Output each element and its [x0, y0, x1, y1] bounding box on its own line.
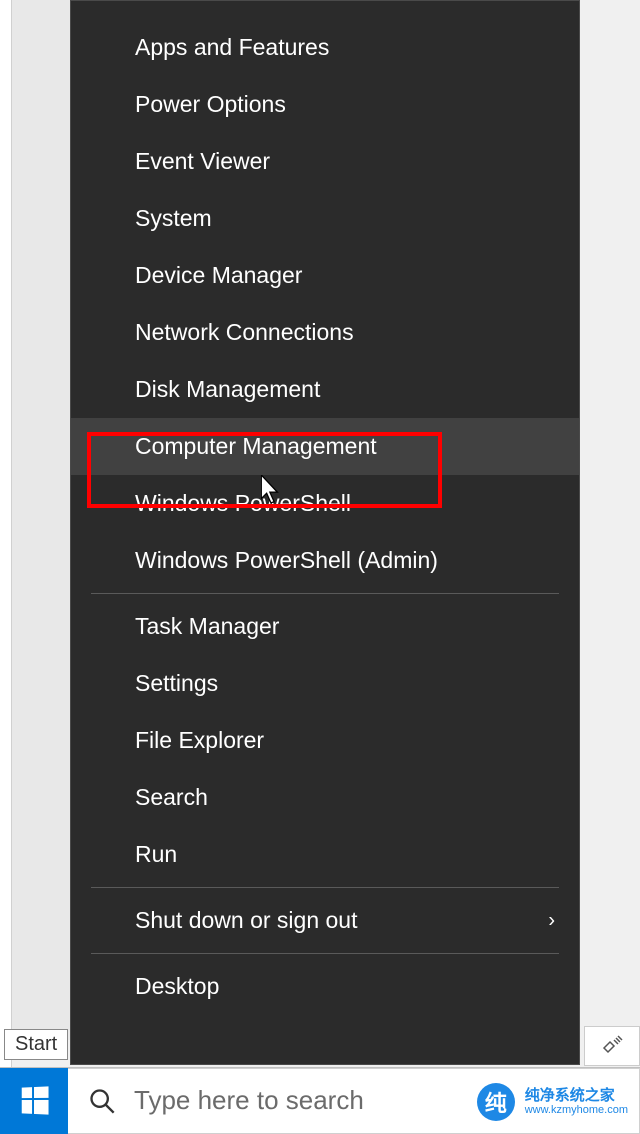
menu-item-network-connections[interactable]: Network Connections [71, 304, 579, 361]
menu-item-label: Shut down or sign out [135, 907, 357, 933]
window-left-edge [0, 0, 12, 1133]
background-strip [12, 0, 70, 1040]
menu-item-windows-powershell-admin[interactable]: Windows PowerShell (Admin) [71, 532, 579, 589]
watermark-url: www.kzmyhome.com [525, 1104, 628, 1116]
watermark-text: 纯净系统之家 www.kzmyhome.com [521, 1087, 632, 1118]
windows-logo-icon [21, 1086, 48, 1114]
chevron-right-icon: › [548, 909, 555, 932]
menu-item-file-explorer[interactable]: File Explorer [71, 712, 579, 769]
menu-divider [91, 593, 559, 594]
menu-item-disk-management[interactable]: Disk Management [71, 361, 579, 418]
start-button[interactable] [0, 1068, 68, 1134]
start-tooltip: Start [4, 1029, 68, 1060]
menu-divider [91, 887, 559, 888]
watermark-badge-icon: 纯 [477, 1083, 515, 1121]
search-icon [88, 1087, 116, 1115]
menu-item-system[interactable]: System [71, 190, 579, 247]
menu-item-power-options[interactable]: Power Options [71, 76, 579, 133]
menu-item-shut-down-or-sign-out[interactable]: Shut down or sign out › [71, 892, 579, 949]
corner-tool-icon[interactable] [584, 1026, 640, 1066]
menu-item-apps-and-features[interactable]: Apps and Features [71, 19, 579, 76]
watermark: 纯 纯净系统之家 www.kzmyhome.com [477, 1083, 632, 1121]
menu-item-settings[interactable]: Settings [71, 655, 579, 712]
menu-item-run[interactable]: Run [71, 826, 579, 883]
search-placeholder-text: Type here to search [134, 1085, 364, 1116]
menu-item-task-manager[interactable]: Task Manager [71, 598, 579, 655]
menu-item-windows-powershell[interactable]: Windows PowerShell [71, 475, 579, 532]
menu-item-device-manager[interactable]: Device Manager [71, 247, 579, 304]
menu-item-desktop[interactable]: Desktop [71, 958, 579, 1015]
watermark-name: 纯净系统之家 [525, 1088, 628, 1105]
menu-divider [91, 953, 559, 954]
menu-item-event-viewer[interactable]: Event Viewer [71, 133, 579, 190]
menu-item-search[interactable]: Search [71, 769, 579, 826]
winx-context-menu: Apps and Features Power Options Event Vi… [70, 0, 580, 1065]
menu-item-computer-management[interactable]: Computer Management [71, 418, 579, 475]
